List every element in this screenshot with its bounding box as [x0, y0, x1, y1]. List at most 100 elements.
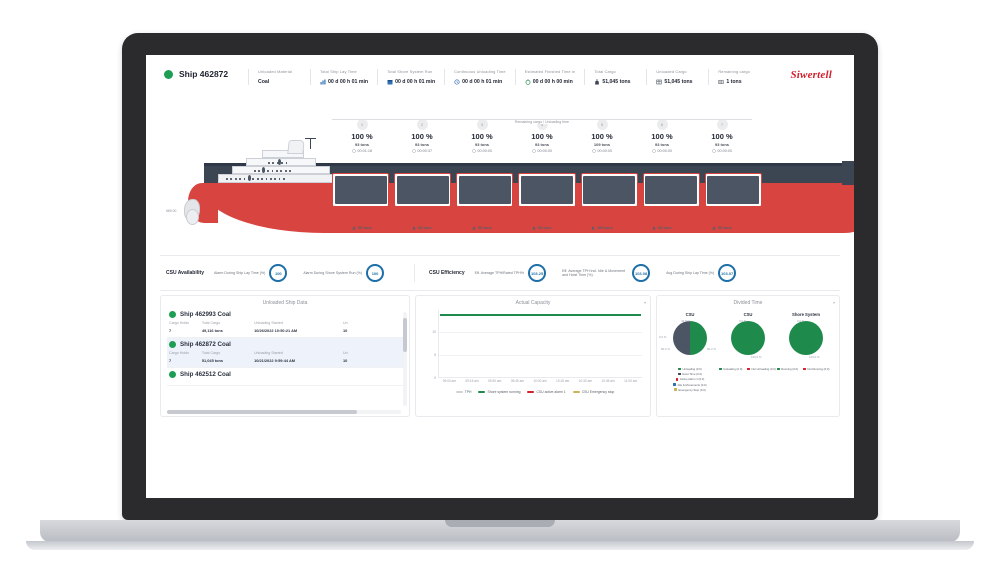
actual-capacity-card: Actual Capacity ▾ 0 5 10 09:00 am 09:15 … [415, 295, 651, 417]
legend-swatch [527, 391, 535, 393]
kpi-value-text: 00 d 00 h 00 min [532, 79, 573, 85]
legend-item[interactable]: Active Alarm 1 (0.0) [675, 377, 704, 381]
pie-label-bottom: 100.0 % [751, 355, 762, 359]
kpi-value-text: 51,045 tons [664, 79, 693, 85]
cargo-hold-box-4[interactable] [518, 173, 576, 207]
list-item[interactable]: Ship 462993 Coal Cargo Holds 7 Total Car… [167, 308, 403, 338]
legend-item-csu-active-alarm[interactable]: CSU active alarm 1 [527, 390, 566, 394]
chevron-down-icon[interactable]: ▾ [833, 300, 835, 305]
y-tick: 0 [434, 376, 436, 380]
legend-item[interactable]: Not Unloading (0.0) [747, 367, 776, 371]
horizontal-scrollbar[interactable] [167, 410, 401, 414]
list-item[interactable]: Ship 462512 Coal [167, 368, 403, 386]
ship-list: Ship 462993 Coal Cargo Holds 7 Total Car… [161, 308, 409, 386]
ship-row-header: Ship 462993 Coal [169, 311, 401, 318]
legend-item[interactable]: Emergency Stop (0.0) [674, 388, 706, 392]
bottom-cards: Unloaded Ship Data Ship 462993 Coal Carg… [160, 295, 840, 417]
legend-item-tph[interactable]: TPH [455, 390, 471, 394]
chevron-down-icon[interactable]: ▾ [644, 300, 646, 305]
pie-label-top: 0.0 % [739, 319, 747, 323]
porthole-row-2 [254, 169, 291, 172]
cargo-bag-icon [591, 225, 595, 230]
hold-bottom-tons: 93 tons [717, 225, 732, 230]
green-status-dot-icon [169, 311, 176, 318]
kpi-total-shore-system-run: Total Shore System Run 00 d 00 h 01 min [377, 69, 444, 85]
gauge-avg-tph-rated-tph[interactable]: Eff. Average TPH/Rated TPH% 103.25 [475, 264, 547, 282]
legend-item[interactable]: Idle & Movements (0.0) [673, 382, 707, 387]
pie-title: Shore System [792, 312, 820, 317]
kpi-label: Total Cargo [594, 69, 616, 74]
column-header: Un [343, 321, 348, 325]
hold-bottom-4: 93 tons [512, 225, 572, 230]
hold-percent: 100 % [651, 132, 673, 141]
legend-item[interactable]: Running (0.0) [777, 367, 798, 371]
legend-item-shore-system-running[interactable]: Shore system running [478, 390, 520, 394]
superstructure [218, 138, 344, 183]
unloaded-ship-data-card: Unloaded Ship Data Ship 462993 Coal Carg… [160, 295, 410, 417]
legend-label: Running (0.0) [781, 367, 799, 371]
pie-label-left: 0.0 % [659, 335, 667, 339]
hold-bottom-6: 93 tons [632, 225, 692, 230]
legend-item[interactable]: Unloading (0.0) [719, 367, 742, 371]
scrollbar-thumb[interactable] [403, 318, 407, 352]
cargo-hold-box-5[interactable] [580, 173, 638, 207]
kpi-value: 1 tons [718, 79, 761, 85]
column-total-cargo: Total Cargo 49,116 tons [202, 321, 254, 333]
hold-number-badge: 3 [476, 119, 488, 130]
list-item[interactable]: Ship 462872 Coal Cargo Holds 7 Total Car… [167, 338, 403, 368]
legend-item[interactable]: Unloading (0.0) [678, 367, 702, 371]
gauge-value: 103.25 [528, 264, 547, 282]
column-cargo-holds: Cargo Holds 7 [169, 351, 202, 363]
legend-item[interactable]: Not Running (0.0) [803, 367, 829, 371]
chart-legend: TPH Shore system running CSU active alar… [426, 390, 644, 394]
kpi-unloaded-material: Unloaded Material Coal [248, 69, 310, 85]
gauge-label: Alarm During Ship Lay Time (%) [213, 270, 266, 275]
x-tick: 10:45 am [601, 379, 615, 383]
legend-item[interactable]: Hoist Time (0.0) [678, 372, 702, 376]
column-header: Unloading Started [254, 321, 283, 325]
kpi-label: Total Ship Lay Time [320, 69, 357, 74]
ship-row-header: Ship 462512 Coal [169, 371, 401, 378]
mast [304, 138, 318, 149]
pie-title: CSU [743, 312, 753, 317]
legend-swatch [777, 367, 780, 371]
gauge-avg-during-ship-lay-time[interactable]: Avg During Ship Lay Time (%) 103.07 [666, 264, 737, 282]
legend-label: Unloading (0.0) [723, 367, 743, 371]
legend-label: Idle & Movements (0.0) [677, 382, 707, 387]
gauge-value: 103.07 [718, 264, 737, 282]
ship-row-name: Ship 462993 Coal [180, 311, 231, 318]
kpi-value: 00 d 00 h 01 min [320, 79, 368, 85]
x-tick: 09:15 am [465, 379, 479, 383]
y-axis: 0 5 10 [426, 310, 438, 380]
dashboard-header: Ship 462872 Unloaded Material Coal Total… [154, 61, 846, 99]
vertical-scrollbar[interactable] [403, 312, 407, 406]
ship-row-header: Ship 462872 Coal [169, 341, 401, 348]
kpi-total-cargo: Total Cargo 51,045 tons [584, 69, 646, 85]
kpi-value: Coal [258, 79, 301, 85]
draft-mark-label: 669.00 [166, 209, 177, 213]
cargo-hold-box-2[interactable] [394, 173, 452, 207]
kpi-value: 00 d 00 h 01 min [387, 79, 435, 85]
legend-label: Shore system running [487, 390, 521, 394]
propeller-hub [186, 209, 199, 225]
cargo-hold-box-6[interactable] [642, 173, 700, 207]
kpi-continuous-unloading-time: Continuous Unloading Time 00 d 00 h 01 m… [444, 69, 515, 85]
pie-label-top: 0.0 % [797, 319, 805, 323]
gauge-avg-tph-incl-idle[interactable]: Eff. Average TPH incl. Idle & Movement a… [562, 264, 651, 282]
cargo-bag-icon [472, 225, 476, 230]
gauge-alarm-ship-lay-time[interactable]: Alarm During Ship Lay Time (%) 100 [213, 264, 288, 282]
x-tick: 10:15 am [556, 379, 570, 383]
gauge-alarm-shore-system-run[interactable]: Alarm During Shore System Run (%) 100 [303, 264, 385, 282]
cargo-hold-box-1[interactable] [332, 173, 390, 207]
hold-bottom-tons: 109 tons [596, 225, 613, 230]
x-tick: 09:00 am [442, 379, 456, 383]
cargo-bag-icon [712, 225, 716, 230]
cargo-hold-box-7[interactable] [704, 173, 762, 207]
cargo-hold-box-3[interactable] [456, 173, 514, 207]
pie-charts: CSU 49.8 % 0.0 % 50.2 % 50.2 % Unloading… [657, 308, 839, 392]
hold-number-badge: 6 [656, 119, 668, 130]
kpi-label: Unloaded Cargo [656, 69, 687, 74]
column-header: Cargo Holds [169, 351, 189, 355]
legend-item-csu-emergency-stop[interactable]: CSU Emergency stop [572, 390, 614, 394]
scrollbar-thumb[interactable] [167, 410, 357, 414]
